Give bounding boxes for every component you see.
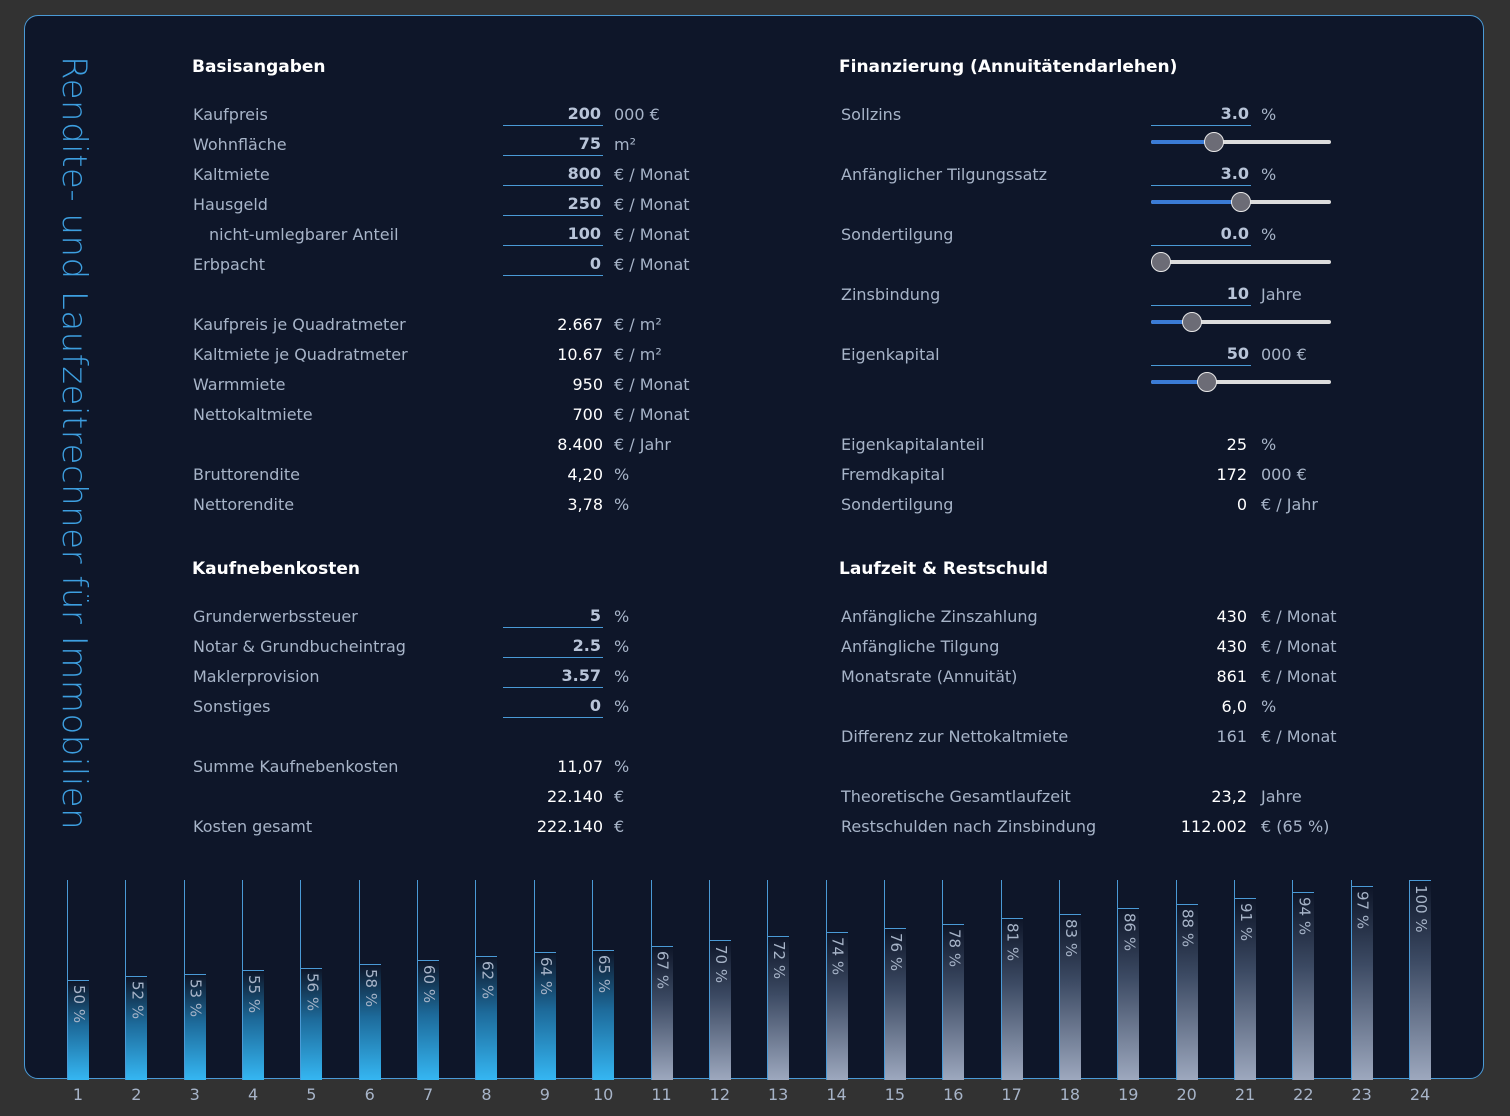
bar-label: 97 %: [1353, 891, 1372, 930]
bar-year-23: 97 %: [1350, 886, 1373, 1080]
bar-year-22: 94 %: [1292, 892, 1315, 1080]
bar-year-8: 62 %: [475, 956, 498, 1080]
bar-label: 50 %: [70, 985, 88, 1024]
bar-year-6: 58 %: [358, 964, 381, 1080]
bar-year-19: 86 %: [1117, 908, 1140, 1080]
x-tick-label: 22: [1293, 1085, 1314, 1104]
bar-year-17: 81 %: [1000, 918, 1023, 1080]
x-tick-label: 19: [1118, 1085, 1139, 1104]
bar-label: 78 %: [945, 929, 964, 968]
bar-year-10: 65 %: [592, 950, 615, 1080]
bar-year-14: 74 %: [825, 932, 848, 1080]
bar-label: 56 %: [303, 973, 322, 1012]
bar-label: 64 %: [536, 957, 555, 996]
x-tick-label: 4: [247, 1085, 259, 1104]
x-tick-label: 23: [1351, 1085, 1372, 1104]
x-tick-label: 14: [826, 1085, 847, 1104]
x-tick-label: 11: [651, 1085, 672, 1104]
x-tick-label: 12: [709, 1085, 731, 1104]
bar-year-5: 56 %: [300, 968, 323, 1080]
bar-label: 81 %: [1003, 923, 1022, 962]
bar-year-4: 55 %: [242, 970, 265, 1080]
bar-label: 88 %: [1178, 909, 1197, 948]
x-tick-label: 2: [131, 1085, 142, 1104]
bar-label: 58 %: [361, 969, 380, 1008]
x-tick-label: 3: [189, 1085, 200, 1104]
bar-label: 65 %: [595, 955, 614, 994]
bar-label: 91 %: [1237, 903, 1255, 942]
x-tick-label: 17: [1001, 1085, 1022, 1104]
bar-year-7: 60 %: [417, 960, 440, 1080]
bar-label: 62 %: [478, 961, 497, 1000]
bar-label: 53 %: [186, 979, 205, 1018]
bar-year-24: 100 %: [1409, 880, 1432, 1080]
bar-label: 86 %: [1120, 913, 1139, 952]
bar-label: 70 %: [711, 945, 730, 984]
bar-label: 52 %: [128, 981, 147, 1020]
x-tick-label: 10: [592, 1085, 614, 1104]
x-tick-label: 24: [1409, 1085, 1431, 1104]
bar-label: 83 %: [1061, 919, 1080, 958]
bar-year-11: 67 %: [650, 946, 673, 1080]
x-tick-label: 20: [1176, 1085, 1197, 1104]
bar-year-21: 91 %: [1234, 898, 1256, 1080]
bar-label: 94 %: [1295, 897, 1314, 936]
x-tick-label: 21: [1234, 1085, 1256, 1104]
bar-year-16: 78 %: [942, 924, 965, 1080]
x-tick-label: 5: [306, 1085, 317, 1104]
bar-label: 67 %: [653, 951, 672, 990]
bar-label: 74 %: [828, 937, 847, 976]
bar-label: 55 %: [245, 975, 264, 1014]
bar-label: 76 %: [886, 933, 905, 972]
x-tick-label: 7: [423, 1085, 434, 1104]
bar-year-2: 52 %: [125, 976, 148, 1080]
bar-year-12: 70 %: [708, 940, 731, 1080]
x-tick-label: 15: [884, 1085, 906, 1104]
bar-year-1: 50 %: [67, 980, 89, 1080]
bar-year-3: 53 %: [183, 974, 206, 1080]
bar-year-18: 83 %: [1058, 914, 1081, 1080]
restschuld-chart: 50 % 1 52 % 2 53 % 3 55 % 4 56 % 5 58 % 6 60 % 7 62 % 8…: [0, 0, 1510, 1116]
x-tick-label: 18: [1059, 1085, 1081, 1104]
x-tick-label: 16: [943, 1085, 964, 1104]
bar-year-9: 64 %: [533, 952, 556, 1080]
bar-year-13: 72 %: [767, 936, 790, 1080]
x-tick-label: 13: [768, 1085, 789, 1104]
bar-year-20: 88 %: [1175, 904, 1198, 1080]
bar-year-15: 76 %: [883, 928, 906, 1080]
x-tick-label: 8: [481, 1085, 492, 1104]
x-tick-label: 9: [539, 1085, 550, 1104]
x-tick-label: 6: [364, 1085, 375, 1104]
x-tick-label: 1: [72, 1085, 84, 1104]
bar-label: 60 %: [420, 965, 439, 1004]
bar-label: 72 %: [770, 941, 789, 980]
bar-label: 100 %: [1412, 885, 1431, 933]
